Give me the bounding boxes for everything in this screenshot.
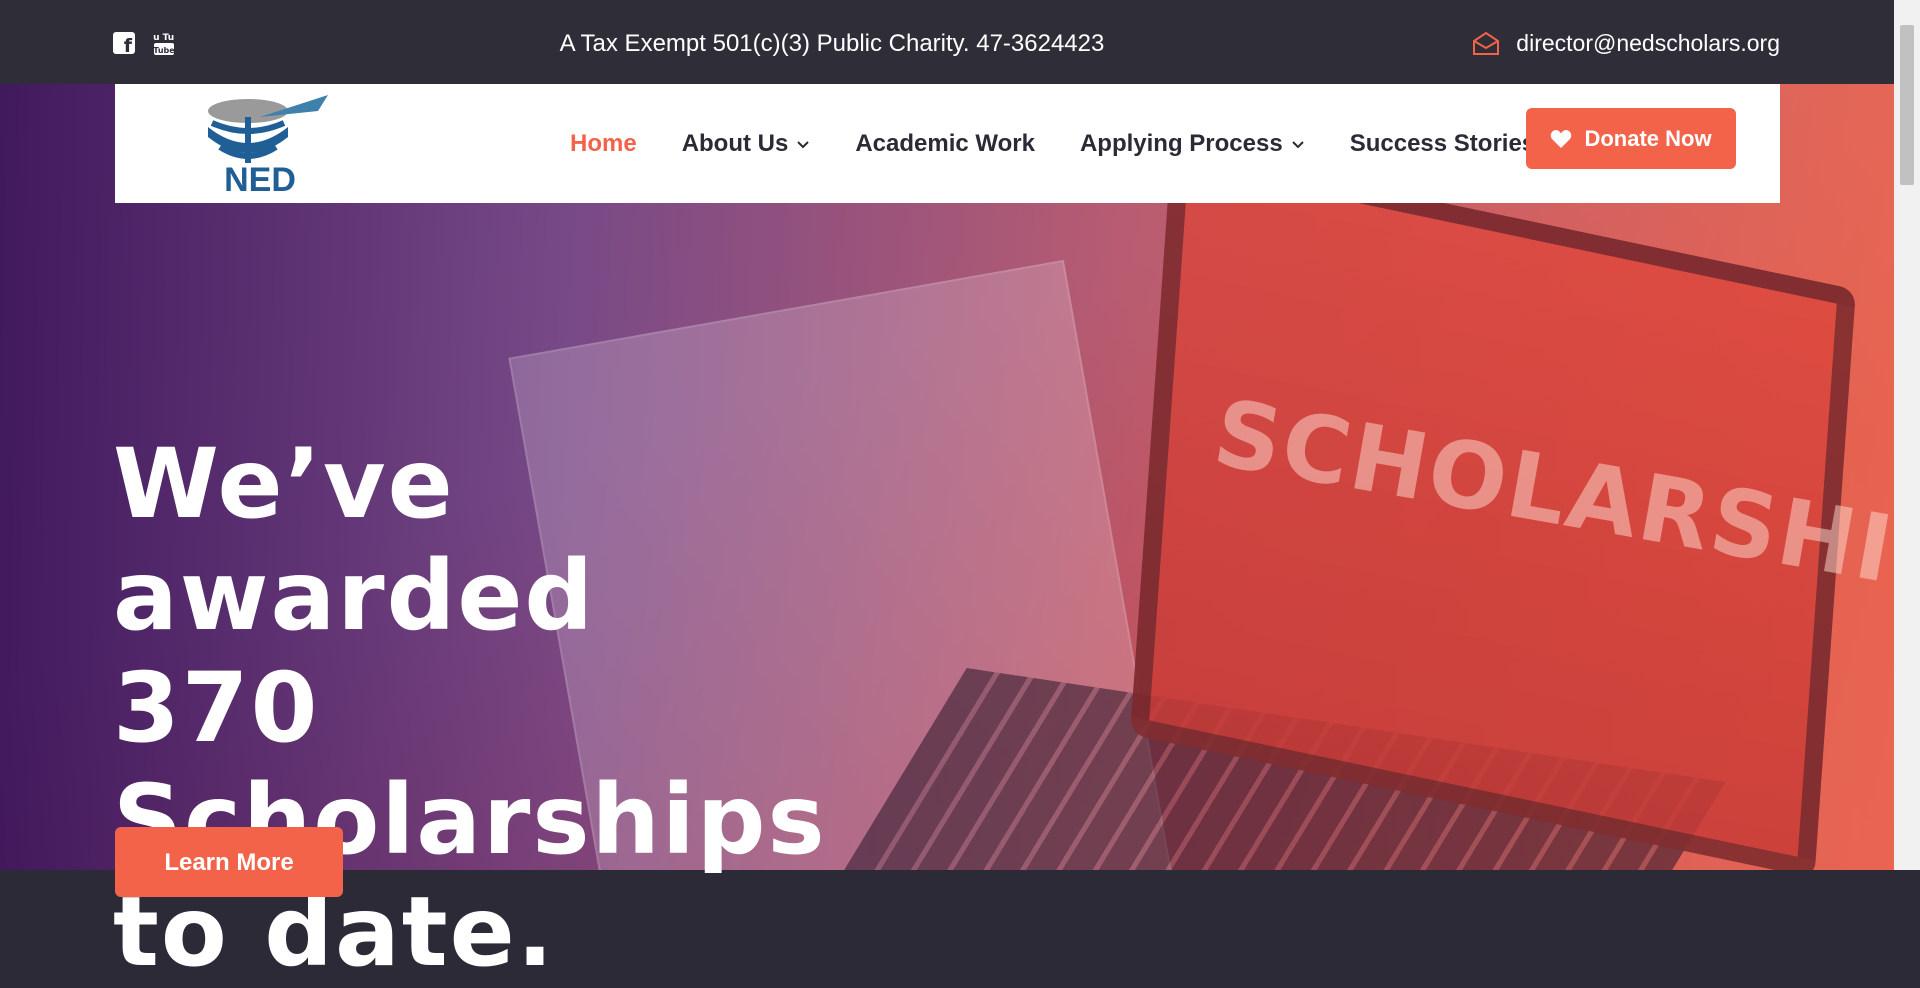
chevron-down-icon: [1291, 140, 1304, 148]
nav-home-label: Home: [570, 129, 637, 157]
scrollbar-thumb[interactable]: [1900, 25, 1914, 185]
nav-home[interactable]: Home: [570, 130, 637, 158]
donate-button-label: Donate Now: [1584, 125, 1712, 151]
hero-headline: We’ve awarded 370 Scholarships to date.: [113, 428, 827, 988]
nav-success-stories[interactable]: Success Stories: [1350, 130, 1535, 158]
learn-more-button[interactable]: Learn More: [115, 827, 343, 897]
nav-academic-work[interactable]: Academic Work: [855, 130, 1035, 158]
heart-icon: [1551, 129, 1572, 148]
main-navbar: NED Home About Us Academic Work Applying…: [115, 84, 1780, 203]
nav-applying-process[interactable]: Applying Process: [1080, 130, 1305, 158]
page-scrollbar[interactable]: [1894, 0, 1920, 870]
contact-email[interactable]: director@nedscholars.org: [1472, 30, 1780, 57]
ned-logo[interactable]: NED: [190, 93, 340, 195]
nav-about-us-label: About Us: [681, 129, 789, 157]
chevron-down-icon: [797, 140, 810, 148]
nav-success-stories-label: Success Stories: [1349, 129, 1536, 157]
email-link[interactable]: director@nedscholars.org: [1516, 30, 1780, 57]
donate-button[interactable]: Donate Now: [1526, 108, 1736, 169]
top-bar: You Tube Tube A Tax Exempt 501(c)(3) Pub…: [0, 0, 1894, 84]
envelope-icon: [1473, 31, 1500, 55]
main-nav: Home About Us Academic Work Applying Pro…: [570, 84, 1580, 203]
nav-academic-work-label: Academic Work: [855, 129, 1035, 157]
nav-applying-process-label: Applying Process: [1079, 129, 1283, 157]
logo-text: NED: [224, 161, 296, 195]
nav-about-us[interactable]: About Us: [682, 130, 811, 158]
learn-more-label: Learn More: [164, 849, 294, 876]
charity-statement: A Tax Exempt 501(c)(3) Public Charity. 4…: [559, 30, 1105, 57]
